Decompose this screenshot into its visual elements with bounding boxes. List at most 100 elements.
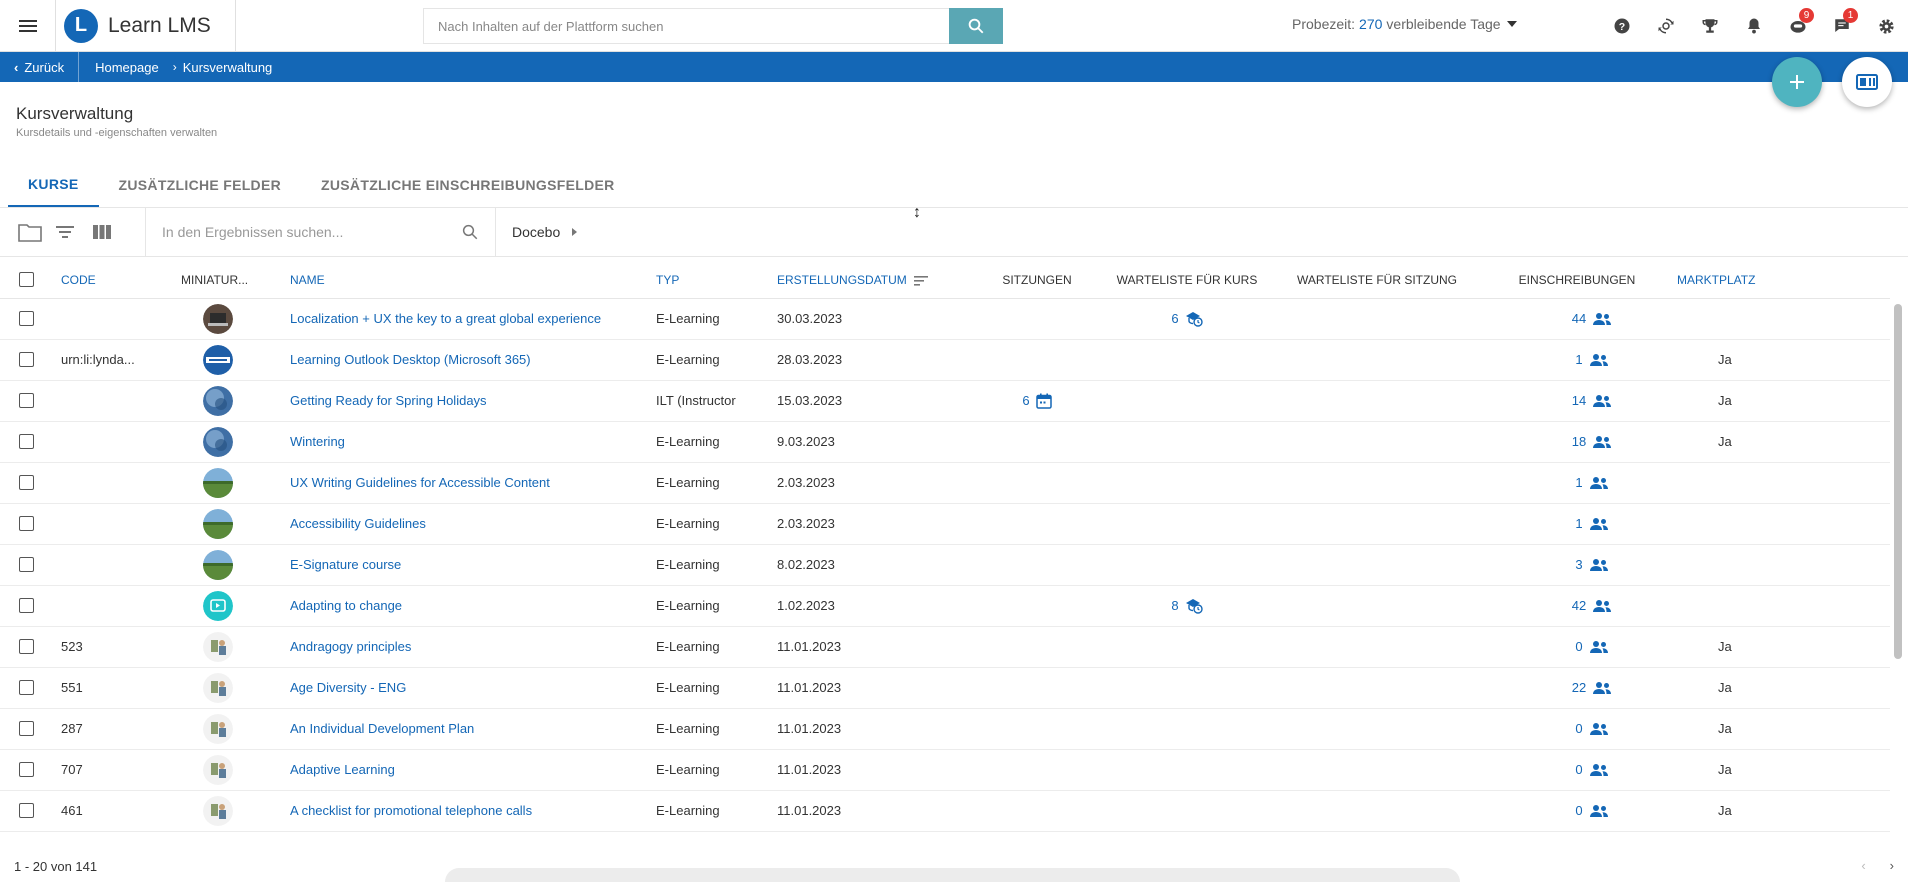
table-row[interactable]: UX Writing Guidelines for Accessible Con… [0,462,1890,504]
course-name-link[interactable]: A checklist for promotional telephone ca… [290,803,532,818]
row-checkbox[interactable] [19,311,34,326]
enrollments-link[interactable]: 0 [1575,721,1608,736]
enrollments-link[interactable]: 1 [1575,516,1608,531]
sessions-link[interactable]: 6 [1022,393,1052,409]
row-checkbox[interactable] [19,557,34,572]
tab-additional-fields[interactable]: ZUSÄTZLICHE FELDER [99,162,302,208]
back-button[interactable]: ‹ Zurück [0,52,80,82]
enrollments-link[interactable]: 18 [1572,434,1612,449]
created-date-cell: 28.03.2023 [777,339,977,381]
brand[interactable]: L Learn LMS [56,0,236,52]
enrollments-link[interactable]: 3 [1575,557,1608,572]
chat-button[interactable]: 1 [1820,0,1864,52]
waitlist-link[interactable]: 6 [1171,311,1203,327]
row-checkbox[interactable] [19,475,34,490]
table-row[interactable]: 523 Andragogy principles E-Learning 11.01.2… [0,626,1890,668]
col-code[interactable]: CODE [61,262,181,299]
trophy-button[interactable] [1688,0,1732,52]
row-checkbox[interactable] [19,516,34,531]
select-all-checkbox[interactable] [19,272,34,288]
help-button[interactable]: ? [1600,0,1644,52]
row-checkbox[interactable] [19,352,34,367]
next-page-icon[interactable]: › [1890,858,1894,873]
table-row[interactable]: Wintering E-Learning 9.03.2023 18 Ja [0,421,1890,463]
trial-dropdown[interactable]: Probezeit: 270 verbleibende Tage [1292,16,1517,32]
table-row[interactable]: 551 Age Diversity - ENG E-Learning 11.01.20… [0,667,1890,709]
col-created[interactable]: ERSTELLUNGSDATUM [777,262,977,299]
col-type[interactable]: TYP [656,262,777,299]
sync-button[interactable] [1644,0,1688,52]
tab-courses[interactable]: KURSE [8,162,99,208]
columns-button[interactable] [92,224,129,240]
side-panel-button[interactable] [1842,57,1892,107]
enrollments-link[interactable]: 42 [1572,598,1612,613]
waitlist-link[interactable]: 8 [1171,598,1203,614]
prev-page-icon[interactable]: ‹ [1861,858,1865,873]
scrollbar-thumb[interactable] [1894,304,1902,659]
course-name-link[interactable]: E-Signature course [290,557,401,572]
global-search-input[interactable] [423,8,949,44]
add-course-button[interactable] [1772,57,1822,107]
table-row[interactable]: Adapting to change E-Learning 1.02.2023 8 42 [0,585,1890,627]
table-row[interactable]: 287 An Individual Development Plan E-Learn… [0,708,1890,750]
course-name-link[interactable]: Accessibility Guidelines [290,516,426,531]
results-search-input[interactable] [162,224,461,240]
row-checkbox[interactable] [19,598,34,613]
table-row[interactable]: Accessibility Guidelines E-Learning 2.03.2… [0,503,1890,545]
course-name-link[interactable]: Andragogy principles [290,639,411,654]
table-row[interactable]: Localization + UX the key to a great glo… [0,298,1890,340]
course-name-link[interactable]: Getting Ready for Spring Holidays [290,393,487,408]
col-waitlist-session[interactable]: WARTELISTE FÜR SITZUNG [1277,262,1477,299]
search-icon[interactable] [461,223,479,241]
table-row[interactable]: urn:li:lynda... Learning Outlook Desktop … [0,339,1890,381]
marketplace-cell [1677,503,1890,545]
enrollments-link[interactable]: 1 [1575,352,1608,367]
table-row[interactable]: E-Signature course E-Learning 8.02.2023 3 [0,544,1890,586]
created-date-cell: 9.03.2023 [777,421,977,463]
menu-button[interactable] [0,0,56,52]
courses-button[interactable]: 9 [1776,0,1820,52]
col-enrollments[interactable]: EINSCHREIBUNGEN [1477,262,1677,299]
row-checkbox[interactable] [19,434,34,449]
row-checkbox[interactable] [19,639,34,654]
enrollments-link[interactable]: 0 [1575,762,1608,777]
enrollments-link[interactable]: 0 [1575,639,1608,654]
row-checkbox[interactable] [19,803,34,818]
table-row[interactable]: Getting Ready for Spring Holidays ILT (In… [0,380,1890,422]
settings-button[interactable] [1864,0,1908,52]
course-name-link[interactable]: Localization + UX the key to a great glo… [290,311,601,326]
course-name-link[interactable]: Adaptive Learning [290,762,395,777]
table-row[interactable]: 707 Adaptive Learning E-Learning 11.01.2023… [0,749,1890,791]
course-name-link[interactable]: An Individual Development Plan [290,721,474,736]
enrollments-link[interactable]: 14 [1572,393,1612,408]
tab-enrollment-fields[interactable]: ZUSÄTZLICHE EINSCHREIBUNGSFELDER [301,162,635,208]
table-row[interactable]: 461 A checklist for promotional telephone… [0,790,1890,832]
course-name-link[interactable]: Wintering [290,434,345,449]
row-checkbox[interactable] [19,680,34,695]
enrollments-link[interactable]: 22 [1572,680,1612,695]
marketplace-cell: Ja [1677,790,1890,832]
course-name-link[interactable]: Learning Outlook Desktop (Microsoft 365) [290,352,531,367]
col-name[interactable]: NAME [290,262,656,299]
breadcrumb-current[interactable]: Kursverwaltung [183,60,273,75]
global-search-button[interactable] [949,8,1003,44]
row-checkbox[interactable] [19,393,34,408]
col-sessions[interactable]: SITZUNGEN [977,262,1097,299]
table-scrollbar[interactable] [1890,300,1908,840]
folder-button[interactable] [18,222,55,242]
enrollments-link[interactable]: 44 [1572,311,1612,326]
col-thumbnail[interactable]: MINIATUR... [181,262,290,299]
notifications-button[interactable] [1732,0,1776,52]
breadcrumb-homepage[interactable]: Homepage [79,60,159,75]
row-checkbox[interactable] [19,762,34,777]
row-checkbox[interactable] [19,721,34,736]
course-name-link[interactable]: Adapting to change [290,598,402,613]
filter-button[interactable] [55,224,92,240]
col-marketplace[interactable]: MARKTPLATZ [1677,262,1890,299]
branch-selector[interactable]: Docebo [496,224,578,240]
course-name-link[interactable]: Age Diversity - ENG [290,680,406,695]
enrollments-link[interactable]: 0 [1575,803,1608,818]
enrollments-link[interactable]: 1 [1575,475,1608,490]
course-name-link[interactable]: UX Writing Guidelines for Accessible Con… [290,475,550,490]
col-waitlist-course[interactable]: WARTELISTE FÜR KURS [1097,262,1277,299]
